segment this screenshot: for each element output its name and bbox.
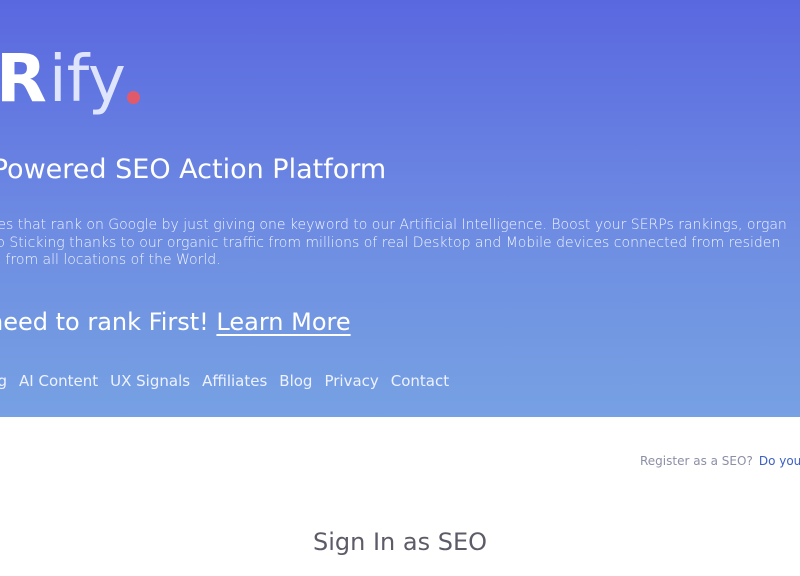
hero-banner: Rify -Powered SEO Action Platform ites t… bbox=[0, 0, 800, 417]
cta-text: need to rank First! bbox=[0, 308, 209, 336]
brand-logo[interactable]: Rify bbox=[0, 40, 140, 120]
register-link[interactable]: Do you bbox=[759, 454, 800, 468]
logo-dot-icon bbox=[126, 91, 140, 104]
register-prompt: Register as a SEO? Do you bbox=[640, 454, 800, 468]
register-prompt-text: Register as a SEO? bbox=[640, 454, 753, 468]
nav-link-affiliates[interactable]: Affiliates bbox=[202, 372, 267, 390]
nav-link-partial[interactable]: ng bbox=[0, 372, 7, 390]
hero-description-line: rs from all locations of the World. bbox=[0, 252, 221, 268]
nav-link-blog[interactable]: Blog bbox=[279, 372, 312, 390]
hero-cta: need to rank First! Learn More bbox=[0, 308, 351, 336]
hero-description: ites that rank on Google by just giving … bbox=[0, 217, 787, 270]
logo-strong-text: R bbox=[0, 40, 47, 117]
hero-headline: -Powered SEO Action Platform bbox=[0, 154, 387, 185]
nav-link-contact[interactable]: Contact bbox=[391, 372, 449, 390]
signin-title: Sign In as SEO bbox=[312, 528, 488, 556]
footer-nav: ng AI Content UX Signals Affiliates Blog… bbox=[0, 372, 449, 390]
nav-link-privacy[interactable]: Privacy bbox=[324, 372, 378, 390]
hero-description-line: go Sticking thanks to our organic traffi… bbox=[0, 234, 781, 251]
nav-link-ux-signals[interactable]: UX Signals bbox=[110, 372, 190, 390]
nav-link-ai-content[interactable]: AI Content bbox=[19, 372, 98, 390]
logo-light-text: ify bbox=[48, 43, 126, 117]
learn-more-link[interactable]: Learn More bbox=[216, 308, 350, 336]
hero-description-line: ites that rank on Google by just giving … bbox=[0, 217, 787, 233]
